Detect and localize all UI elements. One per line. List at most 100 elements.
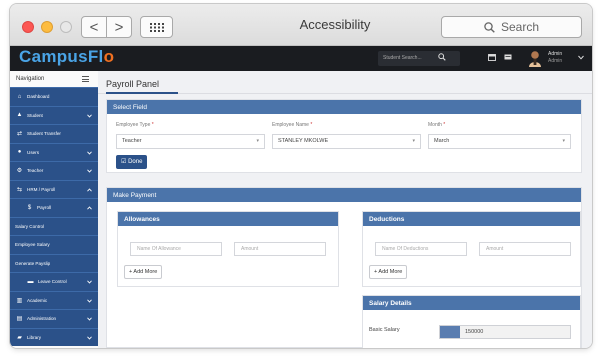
sidebar-item-salary-control[interactable]: Salary Control <box>10 216 98 235</box>
deduction-amount-input[interactable]: Amount <box>479 242 571 256</box>
sidebar-item-student[interactable]: ▲ Student <box>10 105 98 124</box>
sidebar-item-label: Student Transfer <box>27 131 61 137</box>
month-value: March <box>434 138 450 144</box>
sidebar-item-academic[interactable]: ▥ Academic <box>10 290 98 309</box>
add-deduction-button[interactable]: + Add More <box>369 265 408 279</box>
sidebar-header: Navigation <box>10 71 98 87</box>
sidebar-item-dashboard[interactable]: ⌂ Dashboard <box>10 87 98 106</box>
sidebar-item-label: Users <box>27 149 39 155</box>
sidebar-item-label: Teacher <box>27 168 44 174</box>
window-title: Accessibility <box>299 17 371 32</box>
forward-button[interactable]: > <box>106 17 131 37</box>
sidebar-item-label: Administration <box>27 316 57 322</box>
chevron-up-icon <box>87 187 92 192</box>
label-text: Employee Type <box>116 122 151 128</box>
employee-type-select[interactable]: Teacher ▾ <box>116 134 265 149</box>
employee-type-label: Employee Type * <box>116 122 154 128</box>
chevron-down-icon <box>87 113 92 118</box>
allowance-name-input[interactable]: Name Of Allowance <box>130 242 222 256</box>
allowance-amount-input[interactable]: Amount <box>234 242 326 256</box>
student-search-input[interactable]: Student Search... <box>378 51 460 66</box>
bar-chart-icon: ▤ <box>16 316 23 323</box>
page-title: Payroll Panel <box>106 79 160 89</box>
bed-icon: ▬ <box>27 278 34 285</box>
card-header: Deductions <box>363 212 580 226</box>
sidebar-item-library[interactable]: ▰ Library <box>10 327 98 346</box>
minimize-window-button[interactable] <box>41 21 53 33</box>
active-tab-indicator <box>106 92 178 94</box>
sidebar-title: Navigation <box>16 76 45 82</box>
zoom-window-button[interactable] <box>60 21 72 33</box>
currency-addon <box>440 326 460 338</box>
student-search-icon[interactable] <box>438 53 446 61</box>
section-header: Select Field <box>107 100 581 114</box>
dollar-icon: $ <box>27 204 32 211</box>
app-grid-button[interactable] <box>140 16 173 38</box>
make-payment-section: Make Payment Allowances Name Of Allowanc… <box>106 187 582 348</box>
sidebar-item-generate-payslip[interactable]: Generate Payslip <box>10 253 98 272</box>
back-button[interactable]: < <box>82 17 106 37</box>
employee-name-value: STANLEY MKOLWE <box>278 138 329 144</box>
sidebar-item-employee-salary[interactable]: Employee Salary <box>10 235 98 254</box>
sidebar-item-label: Library <box>27 334 42 340</box>
basic-salary-field[interactable]: 150000 <box>439 325 571 339</box>
window-search-placeholder: Search <box>500 20 540 34</box>
deduction-name-input[interactable]: Name Of Deductions <box>375 242 467 256</box>
sidebar-item-label: Generate Payslip <box>15 260 51 266</box>
employee-type-value: Teacher <box>122 138 142 144</box>
message-icon[interactable] <box>504 53 512 61</box>
employee-name-select[interactable]: STANLEY MKOLWE ▾ <box>272 134 421 149</box>
month-select[interactable]: March ▾ <box>428 134 571 149</box>
logo-text: CampusFl <box>19 47 104 66</box>
graduation-cap-icon: ▲ <box>16 112 23 119</box>
window-titlebar: < > Accessibility Search <box>10 4 592 46</box>
calendar-icon[interactable] <box>488 53 496 61</box>
add-allowance-button[interactable]: + Add More <box>124 265 163 279</box>
sidebar-item-payroll[interactable]: $ Payroll <box>10 198 98 217</box>
user-info[interactable]: Admin Admin <box>548 51 562 65</box>
chevron-down-icon <box>87 298 92 303</box>
sidebar: Navigation ⌂ Dashboard ▲ Student ⇄ Stude… <box>10 71 98 348</box>
institution-icon: ▥ <box>16 297 23 304</box>
title-divider <box>98 92 592 94</box>
sidebar-item-student-transfer[interactable]: ⇄ Student Transfer <box>10 124 98 143</box>
avatar[interactable] <box>528 50 542 67</box>
chevron-down-icon[interactable] <box>578 55 584 60</box>
chevron-down-icon <box>87 317 92 321</box>
required-mark: * <box>151 122 154 128</box>
card-header: Allowances <box>118 212 338 226</box>
window-search-field[interactable]: Search <box>441 16 582 38</box>
section-header: Make Payment <box>107 188 581 202</box>
card-header: Salary Details <box>363 296 580 310</box>
grid-icon <box>149 22 164 32</box>
basic-salary-value: 150000 <box>465 329 484 335</box>
campusflo-logo[interactable]: CampusFlo <box>19 47 114 67</box>
transfer-icon: ⇄ <box>16 131 23 138</box>
sidebar-item-leave-control[interactable]: ▬ Leave Control <box>10 272 98 291</box>
select-field-section: Select Field Employee Type * Teacher ▾ E… <box>106 99 582 173</box>
dropdown-caret-icon: ▾ <box>562 138 565 144</box>
sidebar-item-users[interactable]: ● Users <box>10 142 98 161</box>
chevron-down-icon <box>87 335 92 340</box>
deductions-card: Deductions Name Of Deductions Amount + A… <box>362 211 581 287</box>
teacher-icon: ⚙ <box>16 168 23 175</box>
required-mark: * <box>310 122 313 128</box>
chevron-down-icon <box>87 280 92 284</box>
hamburger-menu-icon[interactable] <box>82 76 89 82</box>
sidebar-item-teacher[interactable]: ⚙ Teacher <box>10 161 98 180</box>
sidebar-item-label: Student <box>27 112 43 118</box>
chevron-down-icon <box>87 150 92 155</box>
main-content: Payroll Panel Select Field Employee Type… <box>98 71 592 348</box>
dropdown-caret-icon: ▾ <box>256 138 259 144</box>
sidebar-item-hrm-payroll[interactable]: ⇆ HRM / Payroll <box>10 179 98 198</box>
money-icon: ⇆ <box>16 186 23 193</box>
sidebar-item-label: Payroll <box>37 205 52 211</box>
done-button[interactable]: ☑ Done <box>116 155 148 169</box>
sidebar-item-label: Leave Control <box>38 279 67 285</box>
user-circle-icon: ● <box>17 149 22 156</box>
close-window-button[interactable] <box>22 21 34 33</box>
home-icon: ⌂ <box>17 93 22 100</box>
label-text: Month <box>428 122 442 128</box>
sidebar-item-administration[interactable]: ▤ Administration <box>10 309 98 328</box>
month-label: Month * <box>428 122 445 128</box>
